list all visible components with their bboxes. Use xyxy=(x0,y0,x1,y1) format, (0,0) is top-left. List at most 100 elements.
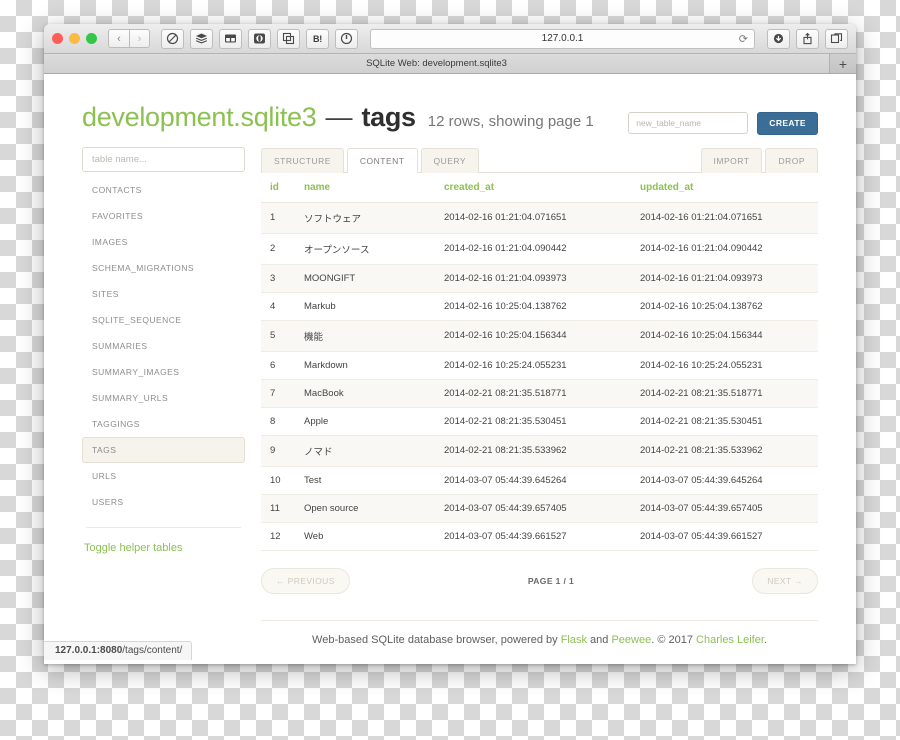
table-row: 1 ソフトウェア 2014-02-16 01:21:04.071651 2014… xyxy=(261,202,818,234)
cell-created-at: 2014-02-16 01:21:04.093973 xyxy=(435,264,631,293)
reload-icon[interactable]: ⟳ xyxy=(739,32,748,45)
sidebar-item-summary-images[interactable]: SUMMARY_IMAGES xyxy=(82,359,245,385)
cell-name: Web xyxy=(295,522,435,551)
table-row: 3 MOONGIFT 2014-02-16 01:21:04.093973 20… xyxy=(261,264,818,293)
row-count-label: 12 rows, showing page 1 xyxy=(427,113,594,130)
data-table-body: 1 ソフトウェア 2014-02-16 01:21:04.071651 2014… xyxy=(261,202,818,551)
sidebar-item-sites[interactable]: SITES xyxy=(82,281,245,307)
cell-updated-at: 2014-02-21 08:21:35.518771 xyxy=(631,379,818,408)
browser-tab-bar: SQLite Web: development.sqlite3 + xyxy=(44,54,856,74)
table-row: 11 Open source 2014-03-07 05:44:39.65740… xyxy=(261,494,818,523)
previous-page-button[interactable]: ← PREVIOUS xyxy=(261,567,350,594)
cell-updated-at: 2014-03-07 05:44:39.657405 xyxy=(631,494,818,523)
back-button[interactable]: ‹ xyxy=(108,29,129,48)
sidebar-item-summary-urls[interactable]: SUMMARY_URLS xyxy=(82,385,245,411)
close-window-button[interactable] xyxy=(52,33,63,44)
maximize-window-button[interactable] xyxy=(86,33,97,44)
page-footer: Web-based SQLite database browser, power… xyxy=(261,621,818,646)
sidebar-item-contacts[interactable]: CONTACTS xyxy=(82,177,245,203)
main-panel: STRUCTURE CONTENT QUERY IMPORT DROP id n… xyxy=(261,145,818,646)
sidebar-item-tags[interactable]: TAGS xyxy=(82,436,245,463)
sidebar-item-summaries[interactable]: SUMMARIES xyxy=(82,333,245,359)
browser-window: ‹ › B! 127.0.0.1 ⟳ SQLite Web: developme… xyxy=(44,24,856,664)
cell-name: MOONGIFT xyxy=(295,264,435,293)
cell-created-at: 2014-03-07 05:44:39.645264 xyxy=(435,466,631,495)
table-tabs: STRUCTURE CONTENT QUERY IMPORT DROP xyxy=(261,145,818,173)
cell-name: Markub xyxy=(295,292,435,321)
cell-id: 8 xyxy=(261,407,295,436)
data-table: id name created_at updated_at 1 ソフトウェア 2… xyxy=(261,172,818,551)
cell-id: 2 xyxy=(261,233,295,265)
hatena-bookmark-icon[interactable]: B! xyxy=(306,28,329,49)
column-header-id[interactable]: id xyxy=(261,172,295,203)
table-filter-input[interactable] xyxy=(82,146,245,172)
cell-updated-at: 2014-03-07 05:44:39.661527 xyxy=(631,522,818,551)
cell-updated-at: 2014-02-16 01:21:04.093973 xyxy=(631,264,818,293)
tab-content[interactable]: CONTENT xyxy=(346,147,418,173)
column-header-created-at[interactable]: created_at xyxy=(435,172,631,203)
minimize-window-button[interactable] xyxy=(69,33,80,44)
column-header-updated-at[interactable]: updated_at xyxy=(631,172,818,203)
cell-created-at: 2014-02-21 08:21:35.530451 xyxy=(435,407,631,436)
browser-tab[interactable]: SQLite Web: development.sqlite3 xyxy=(44,54,830,73)
cell-updated-at: 2014-02-16 01:21:04.071651 xyxy=(631,202,818,234)
tab-query[interactable]: QUERY xyxy=(420,147,480,173)
create-table-button[interactable]: CREATE xyxy=(757,111,818,135)
table-row: 2 オープンソース 2014-02-16 01:21:04.090442 201… xyxy=(261,233,818,265)
column-header-name[interactable]: name xyxy=(295,172,435,203)
data-table-head: id name created_at updated_at xyxy=(261,172,818,203)
toggle-helper-tables-link[interactable]: Toggle helper tables xyxy=(82,542,245,554)
tab-structure[interactable]: STRUCTURE xyxy=(261,147,344,173)
pocket-icon[interactable] xyxy=(335,28,358,49)
table-row: 8 Apple 2014-02-21 08:21:35.530451 2014-… xyxy=(261,407,818,436)
record-icon[interactable] xyxy=(248,28,271,49)
layers-icon[interactable] xyxy=(190,28,213,49)
forward-button[interactable]: › xyxy=(129,29,150,48)
download-icon[interactable] xyxy=(767,28,790,49)
sidebar: CONTACTS FAVORITES IMAGES SCHEMA_MIGRATI… xyxy=(82,145,245,646)
flask-link[interactable]: Flask xyxy=(561,634,587,646)
new-table-name-input[interactable] xyxy=(628,112,749,134)
cell-id: 10 xyxy=(261,466,295,495)
status-bar-host: 127.0.0.1:8080 xyxy=(55,645,123,656)
cell-name: Apple xyxy=(295,407,435,436)
cell-id: 4 xyxy=(261,292,295,321)
address-bar[interactable]: 127.0.0.1 ⟳ xyxy=(370,28,755,49)
sidebar-item-taggings[interactable]: TAGGINGS xyxy=(82,411,245,437)
cell-id: 12 xyxy=(261,522,295,551)
cell-id: 9 xyxy=(261,435,295,467)
next-page-button[interactable]: NEXT → xyxy=(752,567,818,594)
footer-text-2: and xyxy=(586,633,612,646)
page-content: development.sqlite3 — tags 12 rows, show… xyxy=(44,74,856,664)
duplicate-icon[interactable] xyxy=(277,28,300,49)
cell-id: 3 xyxy=(261,264,295,293)
sidebar-item-favorites[interactable]: FAVORITES xyxy=(82,203,245,229)
peewee-link[interactable]: Peewee xyxy=(611,634,651,646)
cell-name: オープンソース xyxy=(295,233,435,265)
tab-drop[interactable]: DROP xyxy=(765,147,818,173)
tab-overview-icon[interactable] xyxy=(825,28,848,49)
cell-created-at: 2014-02-16 10:25:04.156344 xyxy=(435,320,631,352)
cell-name: Open source xyxy=(295,494,435,523)
split-window-icon[interactable] xyxy=(219,28,242,49)
author-link[interactable]: Charles Leifer xyxy=(696,634,764,646)
table-header-row: id name created_at updated_at xyxy=(261,172,818,203)
page-indicator: PAGE 1 / 1 xyxy=(527,575,575,586)
sidebar-item-sqlite-sequence[interactable]: SQLITE_SEQUENCE xyxy=(82,307,245,333)
sidebar-item-urls[interactable]: URLS xyxy=(82,463,245,489)
sidebar-item-images[interactable]: IMAGES xyxy=(82,229,245,255)
cell-created-at: 2014-03-07 05:44:39.657405 xyxy=(435,494,631,523)
page-header: development.sqlite3 — tags 12 rows, show… xyxy=(82,74,818,145)
sidebar-item-schema-migrations[interactable]: SCHEMA_MIGRATIONS xyxy=(82,255,245,281)
browser-toolbar: ‹ › B! 127.0.0.1 ⟳ xyxy=(44,24,856,54)
new-tab-button[interactable]: + xyxy=(830,54,856,73)
page-body: CONTACTS FAVORITES IMAGES SCHEMA_MIGRATI… xyxy=(82,145,818,646)
content-blocker-icon[interactable] xyxy=(161,28,184,49)
sidebar-item-users[interactable]: USERS xyxy=(82,489,245,515)
cell-updated-at: 2014-03-07 05:44:39.645264 xyxy=(631,466,818,495)
table-row: 10 Test 2014-03-07 05:44:39.645264 2014-… xyxy=(261,466,818,495)
share-icon[interactable] xyxy=(796,28,819,49)
cell-created-at: 2014-02-16 10:25:04.138762 xyxy=(435,292,631,321)
sidebar-divider xyxy=(86,526,241,528)
tab-import[interactable]: IMPORT xyxy=(700,147,763,173)
